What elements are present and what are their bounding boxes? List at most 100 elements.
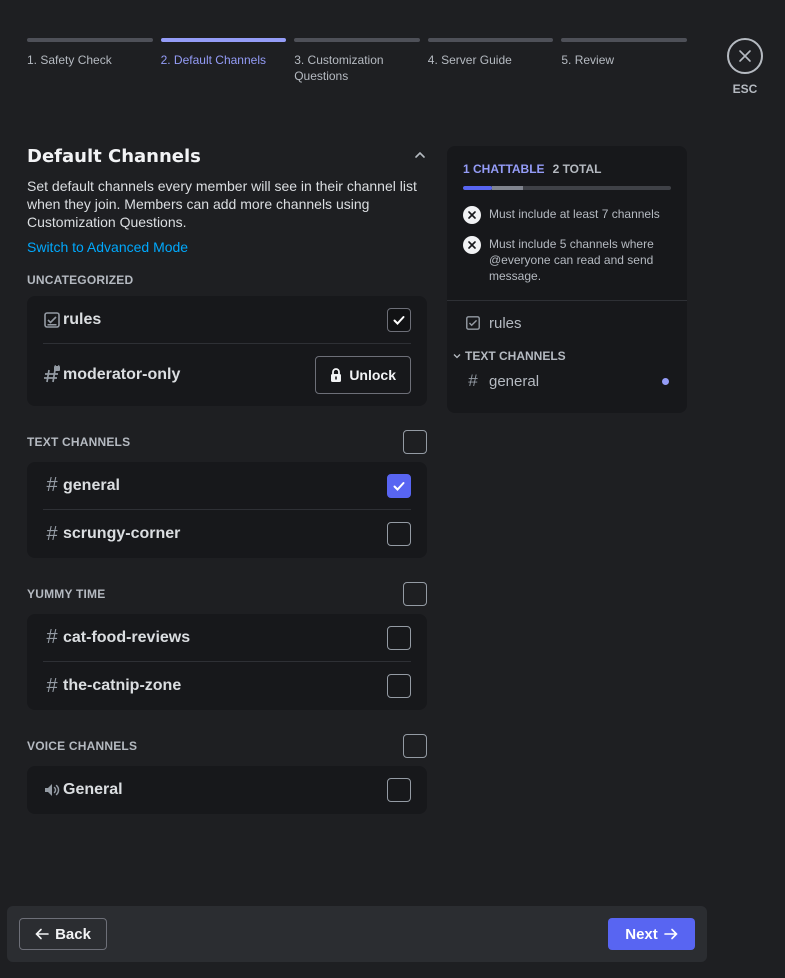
section-title: Default Channels xyxy=(27,146,201,167)
step-bar xyxy=(27,38,153,42)
preview-item-rules: rules xyxy=(447,311,687,335)
unlock-button[interactable]: Unlock xyxy=(315,356,411,394)
step-server-guide[interactable]: 4. Server Guide xyxy=(427,38,554,84)
next-label: Next xyxy=(625,925,658,943)
requirement-item: Must include 5 channels where @everyone … xyxy=(447,236,687,284)
channel-checkbox[interactable] xyxy=(387,307,411,332)
channel-checkbox[interactable] xyxy=(387,778,411,802)
category-checkbox[interactable] xyxy=(403,430,427,454)
step-label: 4. Server Guide xyxy=(427,53,512,67)
text-channel-icon: # xyxy=(46,674,58,697)
step-label: 5. Review xyxy=(561,53,615,67)
channel-row-cat-food-reviews[interactable]: # cat-food-reviews xyxy=(43,614,411,662)
requirement-text: Must include at least 7 channels xyxy=(489,207,660,221)
default-channels-section: Default Channels Set default channels ev… xyxy=(27,146,427,814)
step-bar xyxy=(294,38,420,42)
channel-name: General xyxy=(63,781,123,798)
category-title: TEXT CHANNELS xyxy=(27,435,131,449)
channel-name: scrungy-corner xyxy=(63,525,181,542)
summary-panel: 1 CHATTABLE 2 TOTAL Must include at leas… xyxy=(447,146,687,413)
rules-channel-icon xyxy=(465,315,481,331)
step-review[interactable]: 5. Review xyxy=(561,38,687,84)
text-channel-icon: # xyxy=(468,371,478,390)
channel-checkbox[interactable] xyxy=(387,473,411,498)
close-control: ESC xyxy=(727,38,763,96)
back-button[interactable]: Back xyxy=(19,918,107,950)
channel-card: General xyxy=(27,766,427,814)
close-button[interactable] xyxy=(727,38,763,74)
footer-bar: Back Next xyxy=(7,906,707,962)
step-bar xyxy=(561,38,687,42)
channel-row-moderator-only: moderator-only Unlock xyxy=(43,344,411,406)
preview-channel-name: rules xyxy=(489,314,522,332)
channel-counts: 1 CHATTABLE 2 TOTAL xyxy=(447,146,687,176)
step-safety-check[interactable]: 1. Safety Check xyxy=(27,38,153,84)
category-header-text-channels: TEXT CHANNELS xyxy=(27,430,427,454)
section-description: Set default channels every member will s… xyxy=(27,178,417,230)
panel-divider xyxy=(447,300,687,301)
channel-checkbox[interactable] xyxy=(387,625,411,650)
channel-name: rules xyxy=(63,310,102,328)
step-label: 2. Default Channels xyxy=(160,53,266,67)
channel-row-rules[interactable]: rules xyxy=(43,296,411,344)
channel-row-scrungy-corner[interactable]: # scrungy-corner xyxy=(43,510,411,558)
progress-total-fill xyxy=(492,186,524,190)
step-default-channels[interactable]: 2. Default Channels xyxy=(160,38,287,84)
channel-name: general xyxy=(63,476,120,494)
channel-checkbox[interactable] xyxy=(387,522,411,546)
channel-checkbox[interactable] xyxy=(387,674,411,698)
category-header-uncategorized: UNCATEGORIZED xyxy=(27,268,427,292)
category-title: YUMMY TIME xyxy=(27,587,106,601)
channel-row-general[interactable]: # general xyxy=(43,462,411,510)
rules-channel-icon xyxy=(43,311,61,329)
channel-row-the-catnip-zone[interactable]: # the-catnip-zone xyxy=(43,662,411,710)
step-bar xyxy=(427,38,554,42)
category-title: VOICE CHANNELS xyxy=(27,739,138,753)
check-icon xyxy=(393,315,405,325)
esc-label: ESC xyxy=(732,82,758,96)
channel-name: the-catnip-zone xyxy=(63,677,182,694)
channel-card: rules moderator-only Unlock xyxy=(27,296,427,406)
arrow-right-icon xyxy=(663,928,678,940)
chattable-count: 1 CHATTABLE xyxy=(463,162,545,176)
text-channel-icon: # xyxy=(46,626,58,648)
x-circle-icon xyxy=(463,236,481,254)
progress-chattable-fill xyxy=(463,186,493,190)
x-circle-icon xyxy=(463,206,481,224)
advanced-mode-link[interactable]: Switch to Advanced Mode xyxy=(27,239,188,255)
next-button[interactable]: Next xyxy=(608,918,695,950)
channel-card: # cat-food-reviews # the-catnip-zone xyxy=(27,614,427,710)
category-checkbox[interactable] xyxy=(403,734,427,758)
unlock-label: Unlock xyxy=(349,367,396,383)
channel-row-voice-general[interactable]: General xyxy=(43,766,411,814)
category-checkbox[interactable] xyxy=(403,582,427,606)
step-label: 1. Safety Check xyxy=(27,53,112,67)
back-label: Back xyxy=(55,925,91,943)
close-icon xyxy=(739,50,751,62)
check-icon xyxy=(393,481,405,491)
lock-icon xyxy=(331,368,342,382)
requirement-item: Must include at least 7 channels xyxy=(447,206,687,224)
category-header-yummy-time: YUMMY TIME xyxy=(27,582,427,606)
text-channel-icon: # xyxy=(46,522,58,545)
collapse-chevron-icon[interactable] xyxy=(413,147,427,166)
preview-category: TEXT CHANNELS xyxy=(447,349,687,363)
progress-stepper: 1. Safety Check 2. Default Channels 3. C… xyxy=(27,38,687,84)
channel-name: cat-food-reviews xyxy=(63,628,191,646)
channel-card: # general # scrungy-corner xyxy=(27,462,427,558)
preview-category-title: TEXT CHANNELS xyxy=(465,349,566,363)
step-customization-questions[interactable]: 3. Customization Questions xyxy=(294,38,420,84)
step-label: 3. Customization Questions xyxy=(294,53,384,83)
arrow-left-icon xyxy=(35,928,49,940)
requirement-text: Must include 5 channels where @everyone … xyxy=(489,237,654,283)
chevron-down-icon xyxy=(453,352,461,360)
category-header-voice-channels: VOICE CHANNELS xyxy=(27,734,427,758)
channel-name: moderator-only xyxy=(63,366,181,383)
total-count: 2 TOTAL xyxy=(552,162,602,176)
preview-item-general: # general xyxy=(447,369,687,393)
step-bar xyxy=(160,38,287,42)
text-channel-icon: # xyxy=(46,474,58,496)
preview-channel-name: general xyxy=(489,372,540,390)
voice-channel-icon xyxy=(43,781,61,799)
locked-text-channel-icon xyxy=(43,365,61,385)
